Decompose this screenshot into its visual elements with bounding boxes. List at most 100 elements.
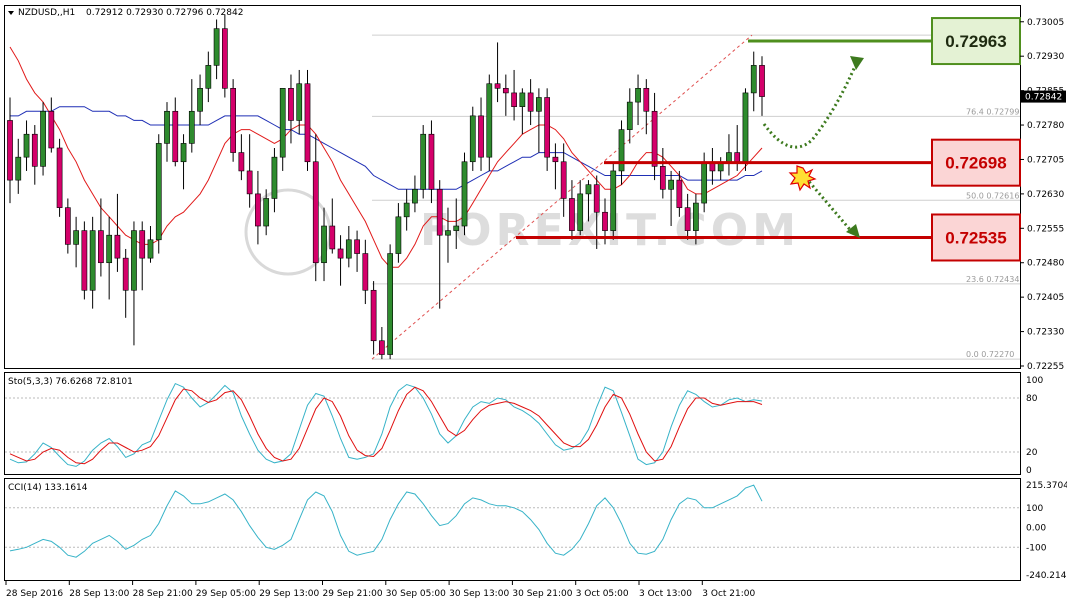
bear-candle-body [676,179,683,208]
bull-candle-body [618,129,625,172]
bear-candle-body [56,147,63,208]
time-tick-label: 28 Sep 13:00 [69,589,129,599]
bear-candle-body [643,88,650,112]
bull-candle-body [742,92,749,163]
candle [486,74,493,171]
bear-candle-body [684,207,691,231]
candle [610,161,617,240]
bull-candle-body [701,161,708,204]
bear-candle-body [354,239,360,254]
bull-candle-body [387,253,393,355]
time-tick-label: 29 Sep 21:00 [323,589,383,599]
bull-candle-body [40,110,46,167]
time-tick-label: 29 Sep 13:00 [259,589,319,599]
bull-candle-body [321,225,327,264]
bull-candle-body [635,88,641,103]
level-value: 0.72963 [945,32,1006,51]
bull-candle-body [445,230,451,236]
bull-candle-body [345,239,352,259]
bull-candle-body [197,88,203,112]
price-tick-label: 0.72780 [1027,121,1064,131]
sto-tick-label: 100 [1026,376,1043,386]
candle [461,152,468,236]
candle [230,79,236,162]
bull-candle-body [180,143,187,163]
bull-candle-body [610,170,617,231]
sto-tick-label: 20 [1026,448,1038,458]
bear-candle-body [122,257,129,291]
bull-candle-body [155,143,162,241]
time-tick-label: 3 Oct 05:00 [576,589,629,599]
bull-candle-body [519,92,526,107]
header-ohlc: 0.72912 0.72930 0.72796 0.72842 [86,8,243,18]
bear-candle-body [370,289,377,342]
bull-candle-body [461,161,468,227]
candle [155,134,162,254]
bear-candle-body [81,230,88,291]
time-tick-label: 29 Sep 05:00 [196,589,256,599]
watermark-text: FOREXIT.COM [420,205,800,256]
level-value: 0.72698 [945,154,1006,173]
price-axis: 0.730050.729300.728550.727800.727050.726… [1020,18,1066,372]
bull-candle-body [750,65,757,94]
bull-candle-body [263,198,270,227]
bull-candle-body [15,156,22,181]
bear-candle-body [31,133,38,167]
price-tick-label: 0.72705 [1027,155,1064,165]
bear-candle-body [221,28,228,89]
bear-candle-body [593,184,600,213]
time-tick-label: 30 Sep 05:00 [386,589,446,599]
bear-candle-body [544,97,551,158]
cci-tick-label: 0.00 [1026,524,1046,534]
cci-tick-label: 100 [1026,504,1043,514]
time-tick-label: 3 Oct 13:00 [639,589,692,599]
bull-candle-body [147,239,154,259]
bear-candle-body [64,207,71,245]
bear-candle-body [312,161,319,264]
bear-candle-body [478,115,484,158]
price-tick-label: 0.72405 [1027,293,1064,303]
bull-candle-body [296,83,303,121]
bear-candle-body [139,230,146,259]
candle [304,69,311,171]
bear-candle-body [436,188,443,236]
bear-candle-body [337,248,344,259]
bull-candle-body [420,133,427,190]
candle [387,244,393,360]
bear-candle-body [288,88,294,121]
bull-candle-body [469,115,476,163]
bear-candle-body [362,253,369,291]
bull-candle-body [395,216,402,254]
fib-level-label: 50.0 0.72616 [966,191,1019,200]
sto-tick-label: 80 [1026,394,1038,404]
time-tick-label: 28 Sep 2016 [6,589,63,599]
bear-candle-body [552,156,559,163]
header-symbol: NZDUSD,,H1 [18,8,75,18]
price-tick-label: 0.72255 [1027,362,1064,372]
bull-candle-body [403,202,410,218]
bear-candle-body [48,110,55,149]
bear-candle-body [255,193,261,227]
sto-tick-label: 0 [1026,466,1032,476]
bear-candle-body [304,83,311,163]
time-tick-label: 30 Sep 21:00 [512,589,572,599]
fib-level-label: 23.6 0.72434 [966,275,1019,284]
bear-candle-body [7,120,13,181]
bear-candle-body [511,92,517,107]
bull-candle-body [668,179,674,190]
bull-candle-body [585,184,592,195]
fib-level-label: 0.0 0.72270 [966,350,1014,359]
bull-candle-body [131,230,137,291]
price-tick-label: 0.72930 [1027,52,1064,62]
bull-candle-body [577,193,584,231]
sto-panel-frame [4,372,1021,475]
chart-svg: FOREXIT.COM 76.4 0.72799 50.0 0.72616 23.6… [4,5,1067,599]
bull-candle-body [23,133,30,158]
bear-candle-body [230,88,236,153]
bear-candle-body [602,211,608,231]
price-tick-label: 0.72330 [1027,328,1064,338]
bear-candle-body [428,133,435,190]
cci-tick-label: -240.2146 [1026,571,1067,581]
time-tick-label: 3 Oct 21:00 [702,589,755,599]
bull-candle-body [164,110,170,144]
